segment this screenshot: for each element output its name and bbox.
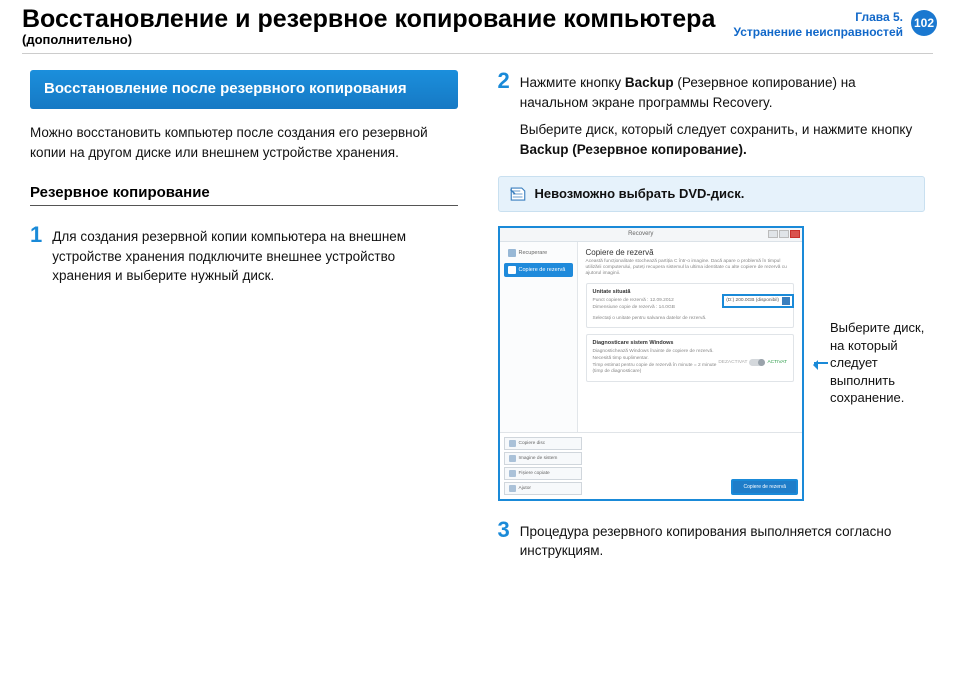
sidebar-item-backup[interactable]: Copiere de rezervă: [504, 263, 573, 277]
section-callout: Восстановление после резервного копирова…: [30, 70, 458, 109]
bold-term: Backup: [625, 75, 674, 90]
app-titlebar: Recovery: [500, 228, 803, 242]
copied-files-button[interactable]: Fișiere copiate: [504, 467, 582, 480]
sidebar-item-label: Recuperare: [519, 250, 548, 256]
app-bottom-bar: Copiere disc Imagine de sistem Fișiere c…: [500, 432, 803, 499]
sidebar-item-recovery[interactable]: Recuperare: [504, 246, 573, 260]
main-description: Această funcționalitate stochează partiț…: [586, 259, 795, 278]
left-column: Восстановление после резервного копирова…: [30, 70, 458, 576]
image-icon: [509, 455, 516, 462]
toggle-on-label: ACTIVAT: [767, 360, 787, 365]
panel-line: Timp estimat pentru copie de rezervă în …: [593, 363, 719, 376]
button-label: Ajutor: [519, 486, 532, 491]
panel-line: Diagnostichează Windows înainte de copie…: [593, 349, 719, 356]
intro-paragraph: Можно восстановить компьютер после созда…: [30, 123, 458, 162]
system-image-button[interactable]: Imagine de sistem: [504, 452, 582, 465]
disk-select-label: (D:) 200.0GB (disponibil): [726, 298, 779, 303]
page-number-badge: 102: [911, 10, 937, 36]
panel-line: Selectați o unitate pentru salvarea date…: [593, 316, 788, 323]
subsection-heading: Резервное копирование: [30, 184, 458, 206]
note-box: Невозможно выбрать DVD-диск.: [498, 176, 926, 212]
button-label: Imagine de sistem: [519, 456, 558, 461]
chevron-down-icon: [782, 297, 790, 305]
note-icon: [509, 185, 527, 203]
step-number: 3: [498, 519, 510, 561]
diagnostics-toggle[interactable]: DEZACTIVAT ACTIVAT: [718, 359, 787, 366]
minimize-button[interactable]: [768, 230, 778, 238]
app-main: Copiere de rezervă Această funcționalita…: [578, 242, 803, 432]
help-icon: [509, 485, 516, 492]
step-3: 3 Процедура резервного копирования выпол…: [498, 519, 926, 561]
backup-icon: [508, 266, 516, 274]
toggle-off-label: DEZACTIVAT: [718, 360, 747, 365]
right-column: 2 Нажмите кнопку Backup (Резервное копир…: [498, 70, 926, 576]
panel-line: Necesită timp suplimentar.: [593, 356, 719, 363]
step-1: 1 Для создания резервной копии компьютер…: [30, 224, 458, 286]
step-number: 2: [498, 70, 510, 159]
copy-disc-button[interactable]: Copiere disc: [504, 437, 582, 450]
chapter-line-2: Устранение неисправностей: [734, 25, 903, 40]
step-text: Нажмите кнопку Backup (Резервное копиров…: [520, 70, 925, 159]
recovery-app-window: Recovery Recuperare: [498, 226, 805, 501]
disk-select-dropdown[interactable]: (D:) 200.0GB (disponibil): [722, 294, 794, 308]
backup-button[interactable]: Copiere de rezervă: [731, 479, 798, 495]
step-number: 1: [30, 224, 42, 286]
button-label: Copiere disc: [519, 441, 546, 446]
note-text: Невозможно выбрать DVD-диск.: [535, 186, 745, 201]
page-title: Восстановление и резервное копирование к…: [22, 6, 734, 32]
main-heading: Copiere de rezervă: [586, 248, 795, 257]
step-text: Процедура резервного копирования выполня…: [520, 519, 925, 561]
disk-callout-text: Выберите диск, на который следует выполн…: [830, 319, 925, 407]
panel-title: Diagnosticare sistem Windows: [593, 340, 788, 346]
text-fragment: Выберите диск, который следует сохранить…: [520, 122, 912, 137]
app-sidebar: Recuperare Copiere de rezervă: [500, 242, 578, 432]
disc-icon: [509, 440, 516, 447]
app-title: Recovery: [514, 231, 769, 237]
toggle-pill-icon: [749, 359, 765, 366]
close-button[interactable]: [790, 230, 800, 238]
recovery-icon: [508, 249, 516, 257]
sidebar-item-label: Copiere de rezervă: [519, 267, 566, 273]
bold-term: Backup (Резервное копирование).: [520, 142, 747, 157]
page-subtitle: (дополнительно): [22, 32, 734, 47]
files-icon: [509, 470, 516, 477]
arrow-left-icon: [814, 362, 828, 364]
chapter-line-1: Глава 5.: [734, 10, 903, 25]
help-button[interactable]: Ajutor: [504, 482, 582, 495]
maximize-button[interactable]: [779, 230, 789, 238]
step-text: Для создания резервной копии компьютера …: [52, 224, 457, 286]
text-fragment: Нажмите кнопку: [520, 75, 625, 90]
step-2: 2 Нажмите кнопку Backup (Резервное копир…: [498, 70, 926, 159]
chapter-label: Глава 5. Устранение неисправностей: [734, 10, 903, 40]
button-label: Fișiere copiate: [519, 471, 550, 476]
panel-diagnostics: Diagnosticare sistem Windows Diagnostich…: [586, 334, 795, 382]
